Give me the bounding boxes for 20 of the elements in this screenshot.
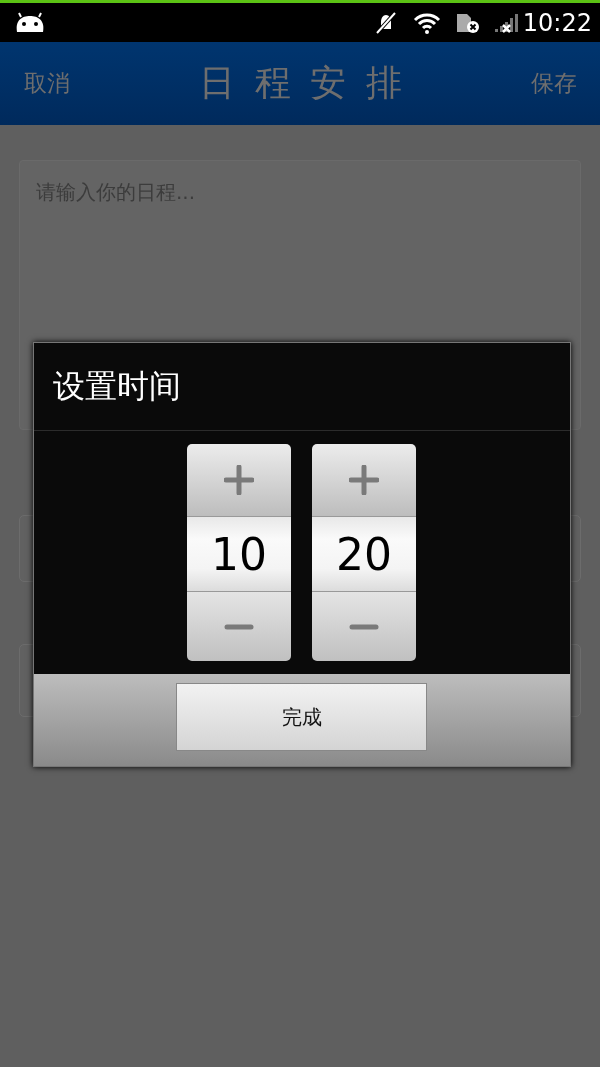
minus-icon <box>224 623 254 630</box>
signal-icon <box>492 11 519 34</box>
save-button[interactable]: 保存 <box>531 68 577 99</box>
sim-card-icon <box>454 11 481 34</box>
number-value: 20 <box>312 515 416 593</box>
plus-icon <box>349 464 379 495</box>
dialog-title: 设置时间 <box>34 343 570 431</box>
decrement-button[interactable] <box>312 592 416 661</box>
minus-icon <box>349 623 379 630</box>
clock-time: 10:22 <box>522 8 592 37</box>
wifi-icon <box>412 11 441 34</box>
decrement-button[interactable] <box>187 592 291 661</box>
android-icon <box>14 11 46 34</box>
screen-title: 日程安排 <box>198 61 422 105</box>
plus-icon <box>224 464 254 495</box>
increment-button[interactable] <box>312 444 416 516</box>
number-value: 10 <box>187 515 291 593</box>
done-button[interactable]: 完成 <box>176 683 427 751</box>
cancel-button[interactable]: 取消 <box>24 68 70 99</box>
increment-button[interactable] <box>187 444 291 516</box>
